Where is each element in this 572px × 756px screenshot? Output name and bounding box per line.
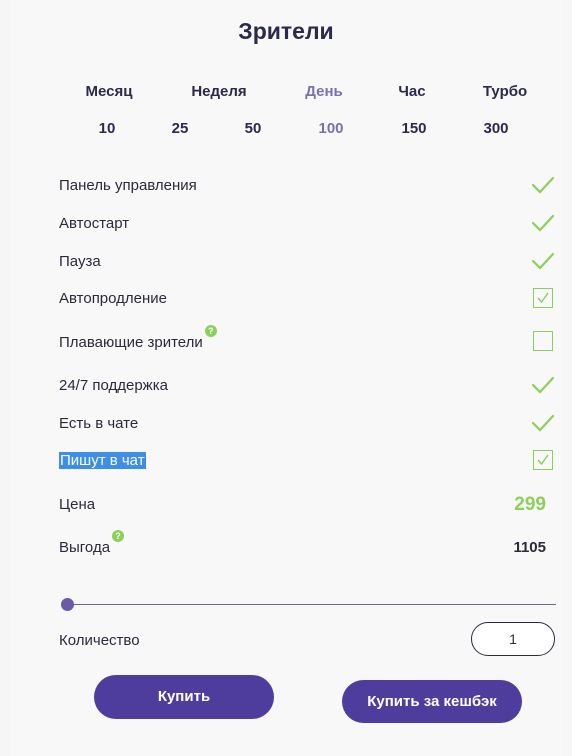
count-option[interactable]: 150: [401, 120, 426, 137]
quantity-input[interactable]: 1: [471, 622, 555, 656]
price-label: Цена: [59, 496, 96, 513]
pricing-card: Зрители Месяц Неделя День Час Турбо 10 2…: [10, 0, 562, 756]
feature-label-text: Плавающие зрители: [59, 334, 203, 351]
check-icon: [532, 176, 554, 194]
quantity-slider-track[interactable]: [68, 604, 556, 605]
price-value: 299: [514, 494, 546, 515]
period-week[interactable]: Неделя: [191, 83, 246, 100]
checkmark-icon: [537, 454, 549, 466]
count-option[interactable]: 10: [99, 120, 116, 137]
check-icon: [532, 214, 554, 232]
feature-label-floating-viewers: Плавающие зрители?: [59, 325, 217, 351]
feature-label: Есть в чате: [59, 415, 139, 432]
autorenew-checkbox[interactable]: [533, 288, 553, 308]
writes-in-chat-checkbox[interactable]: [533, 450, 553, 470]
check-icon: [532, 414, 554, 432]
help-icon[interactable]: ?: [112, 530, 125, 542]
quantity-label: Количество: [59, 632, 140, 649]
count-option[interactable]: 25: [172, 120, 189, 137]
feature-label: Автостарт: [59, 215, 130, 232]
feature-label: 24/7 поддержка: [59, 377, 168, 394]
feature-label-highlighted: Пишут в чат: [59, 452, 146, 469]
buy-button[interactable]: Купить: [94, 675, 274, 719]
checkmark-icon: [537, 292, 549, 304]
count-option[interactable]: 50: [245, 120, 262, 137]
check-icon: [532, 252, 554, 270]
count-option-selected[interactable]: 100: [318, 120, 343, 137]
quantity-slider-thumb[interactable]: [61, 598, 74, 611]
selected-text: Пишут в чат: [59, 452, 146, 469]
benefit-label-wrap: Выгода?: [59, 530, 125, 556]
buy-cashback-button[interactable]: Купить за кешбэк: [342, 680, 522, 723]
floating-viewers-checkbox[interactable]: [533, 331, 553, 351]
benefit-value: 1105: [513, 539, 546, 556]
count-option[interactable]: 300: [483, 120, 508, 137]
check-icon: [532, 376, 554, 394]
period-turbo[interactable]: Турбо: [483, 83, 527, 100]
feature-label: Автопродление: [59, 290, 168, 307]
feature-label: Пауза: [59, 253, 101, 270]
period-day[interactable]: День: [305, 83, 343, 100]
feature-label: Панель управления: [59, 177, 197, 194]
period-hour[interactable]: Час: [398, 83, 425, 100]
help-icon[interactable]: ?: [204, 325, 217, 337]
period-month[interactable]: Месяц: [86, 83, 133, 100]
card-title: Зрители: [238, 18, 334, 44]
benefit-label: Выгода: [59, 539, 111, 556]
